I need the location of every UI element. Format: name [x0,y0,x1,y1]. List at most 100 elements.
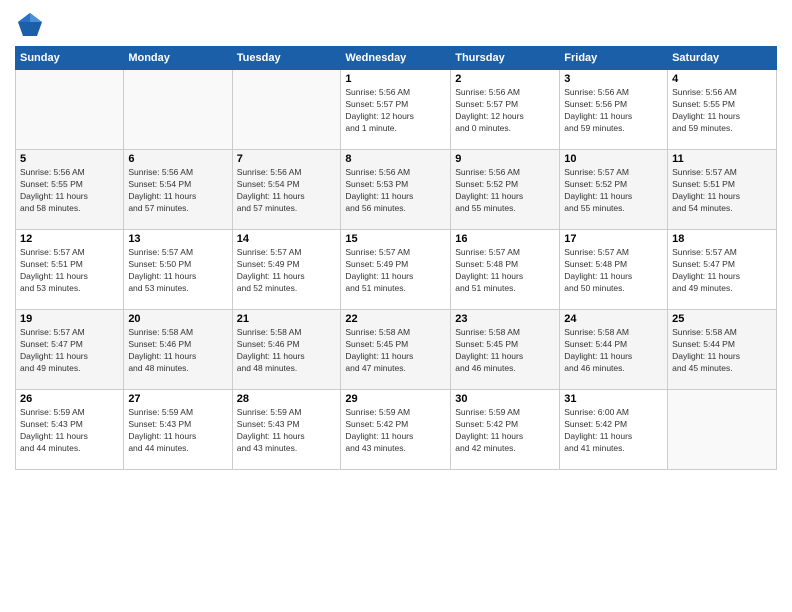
calendar-cell: 1 Sunrise: 5:56 AM Sunset: 5:57 PM Daylig… [341,70,451,150]
day-info: Sunrise: 5:56 AM Sunset: 5:55 PM Dayligh… [672,87,772,135]
weekday-sunday: Sunday [16,47,124,70]
calendar-cell: 5 Sunrise: 5:56 AM Sunset: 5:55 PM Daylig… [16,150,124,230]
calendar-cell: 30 Sunrise: 5:59 AM Sunset: 5:42 PM Dayli… [451,390,560,470]
calendar-cell: 9 Sunrise: 5:56 AM Sunset: 5:52 PM Daylig… [451,150,560,230]
day-number: 6 [128,153,227,165]
calendar-cell: 29 Sunrise: 5:59 AM Sunset: 5:42 PM Dayli… [341,390,451,470]
day-info: Sunrise: 5:57 AM Sunset: 5:49 PM Dayligh… [237,247,337,295]
day-number: 16 [455,233,555,245]
day-number: 1 [345,73,446,85]
day-number: 10 [564,153,663,165]
day-info: Sunrise: 5:59 AM Sunset: 5:42 PM Dayligh… [345,407,446,455]
day-number: 24 [564,313,663,325]
calendar-cell [232,70,341,150]
weekday-saturday: Saturday [668,47,777,70]
day-info: Sunrise: 5:56 AM Sunset: 5:54 PM Dayligh… [128,167,227,215]
calendar-cell: 2Sunrise: 5:56 AM Sunset: 5:57 PM Daylig… [451,70,560,150]
day-info: Sunrise: 5:57 AM Sunset: 5:49 PM Dayligh… [345,247,446,295]
day-number: 8 [345,153,446,165]
calendar-cell: 20 Sunrise: 5:58 AM Sunset: 5:46 PM Dayli… [124,310,232,390]
calendar-cell: 19Sunrise: 5:57 AM Sunset: 5:47 PM Dayli… [16,310,124,390]
calendar-cell: 25 Sunrise: 5:58 AM Sunset: 5:44 PM Dayli… [668,310,777,390]
calendar-cell: 3 Sunrise: 5:56 AM Sunset: 5:56 PM Daylig… [560,70,668,150]
day-number: 3 [564,73,663,85]
logo-icon [15,10,45,40]
day-number: 4 [672,73,772,85]
calendar-cell: 31Sunrise: 6:00 AM Sunset: 5:42 PM Dayli… [560,390,668,470]
calendar-cell: 24 Sunrise: 5:58 AM Sunset: 5:44 PM Dayli… [560,310,668,390]
page: SundayMondayTuesdayWednesdayThursdayFrid… [0,0,792,612]
calendar-cell: 7 Sunrise: 5:56 AM Sunset: 5:54 PM Daylig… [232,150,341,230]
weekday-friday: Friday [560,47,668,70]
day-info: Sunrise: 5:59 AM Sunset: 5:42 PM Dayligh… [455,407,555,455]
day-info: Sunrise: 5:56 AM Sunset: 5:57 PM Dayligh… [345,87,446,135]
day-number: 26 [20,393,119,405]
weekday-wednesday: Wednesday [341,47,451,70]
day-info: Sunrise: 5:57 AM Sunset: 5:52 PM Dayligh… [564,167,663,215]
day-info: Sunrise: 5:57 AM Sunset: 5:48 PM Dayligh… [455,247,555,295]
day-number: 21 [237,313,337,325]
day-number: 22 [345,313,446,325]
calendar-cell: 28Sunrise: 5:59 AM Sunset: 5:43 PM Dayli… [232,390,341,470]
day-number: 25 [672,313,772,325]
week-row-4: 19Sunrise: 5:57 AM Sunset: 5:47 PM Dayli… [16,310,777,390]
calendar-cell: 14Sunrise: 5:57 AM Sunset: 5:49 PM Dayli… [232,230,341,310]
day-info: Sunrise: 5:58 AM Sunset: 5:45 PM Dayligh… [345,327,446,375]
day-info: Sunrise: 5:56 AM Sunset: 5:52 PM Dayligh… [455,167,555,215]
calendar-cell: 6 Sunrise: 5:56 AM Sunset: 5:54 PM Daylig… [124,150,232,230]
calendar-cell: 27 Sunrise: 5:59 AM Sunset: 5:43 PM Dayli… [124,390,232,470]
calendar-cell: 26 Sunrise: 5:59 AM Sunset: 5:43 PM Dayli… [16,390,124,470]
calendar-cell: 16 Sunrise: 5:57 AM Sunset: 5:48 PM Dayli… [451,230,560,310]
calendar-cell [124,70,232,150]
day-number: 17 [564,233,663,245]
day-info: Sunrise: 5:59 AM Sunset: 5:43 PM Dayligh… [128,407,227,455]
day-number: 28 [237,393,337,405]
day-number: 20 [128,313,227,325]
week-row-1: 1 Sunrise: 5:56 AM Sunset: 5:57 PM Daylig… [16,70,777,150]
week-row-5: 26 Sunrise: 5:59 AM Sunset: 5:43 PM Dayli… [16,390,777,470]
day-number: 23 [455,313,555,325]
day-number: 18 [672,233,772,245]
calendar-cell: 10 Sunrise: 5:57 AM Sunset: 5:52 PM Dayli… [560,150,668,230]
header [15,10,777,40]
day-info: Sunrise: 5:57 AM Sunset: 5:48 PM Dayligh… [564,247,663,295]
weekday-monday: Monday [124,47,232,70]
day-info: Sunrise: 5:58 AM Sunset: 5:45 PM Dayligh… [455,327,555,375]
day-number: 9 [455,153,555,165]
day-info: Sunrise: 5:58 AM Sunset: 5:44 PM Dayligh… [672,327,772,375]
weekday-tuesday: Tuesday [232,47,341,70]
weekday-header-row: SundayMondayTuesdayWednesdayThursdayFrid… [16,47,777,70]
day-info: Sunrise: 5:57 AM Sunset: 5:51 PM Dayligh… [672,167,772,215]
week-row-3: 12Sunrise: 5:57 AM Sunset: 5:51 PM Dayli… [16,230,777,310]
day-info: Sunrise: 5:56 AM Sunset: 5:55 PM Dayligh… [20,167,119,215]
calendar-cell [16,70,124,150]
day-info: Sunrise: 5:59 AM Sunset: 5:43 PM Dayligh… [20,407,119,455]
day-info: Sunrise: 5:58 AM Sunset: 5:44 PM Dayligh… [564,327,663,375]
calendar-cell: 4 Sunrise: 5:56 AM Sunset: 5:55 PM Daylig… [668,70,777,150]
calendar-cell: 13 Sunrise: 5:57 AM Sunset: 5:50 PM Dayli… [124,230,232,310]
day-number: 27 [128,393,227,405]
calendar-cell: 18 Sunrise: 5:57 AM Sunset: 5:47 PM Dayli… [668,230,777,310]
day-number: 7 [237,153,337,165]
calendar-table: SundayMondayTuesdayWednesdayThursdayFrid… [15,46,777,470]
day-number: 29 [345,393,446,405]
day-number: 30 [455,393,555,405]
calendar-cell: 17 Sunrise: 5:57 AM Sunset: 5:48 PM Dayli… [560,230,668,310]
day-info: Sunrise: 5:56 AM Sunset: 5:56 PM Dayligh… [564,87,663,135]
calendar-cell: 15 Sunrise: 5:57 AM Sunset: 5:49 PM Dayli… [341,230,451,310]
calendar-cell: 11Sunrise: 5:57 AM Sunset: 5:51 PM Dayli… [668,150,777,230]
week-row-2: 5 Sunrise: 5:56 AM Sunset: 5:55 PM Daylig… [16,150,777,230]
day-number: 13 [128,233,227,245]
day-info: Sunrise: 5:56 AM Sunset: 5:57 PM Dayligh… [455,87,555,135]
calendar-cell [668,390,777,470]
logo [15,10,49,40]
day-number: 15 [345,233,446,245]
day-info: Sunrise: 5:57 AM Sunset: 5:50 PM Dayligh… [128,247,227,295]
day-info: Sunrise: 5:58 AM Sunset: 5:46 PM Dayligh… [128,327,227,375]
day-info: Sunrise: 5:58 AM Sunset: 5:46 PM Dayligh… [237,327,337,375]
day-info: Sunrise: 5:57 AM Sunset: 5:47 PM Dayligh… [672,247,772,295]
day-number: 31 [564,393,663,405]
calendar-cell: 21 Sunrise: 5:58 AM Sunset: 5:46 PM Dayli… [232,310,341,390]
day-number: 5 [20,153,119,165]
day-info: Sunrise: 5:56 AM Sunset: 5:54 PM Dayligh… [237,167,337,215]
